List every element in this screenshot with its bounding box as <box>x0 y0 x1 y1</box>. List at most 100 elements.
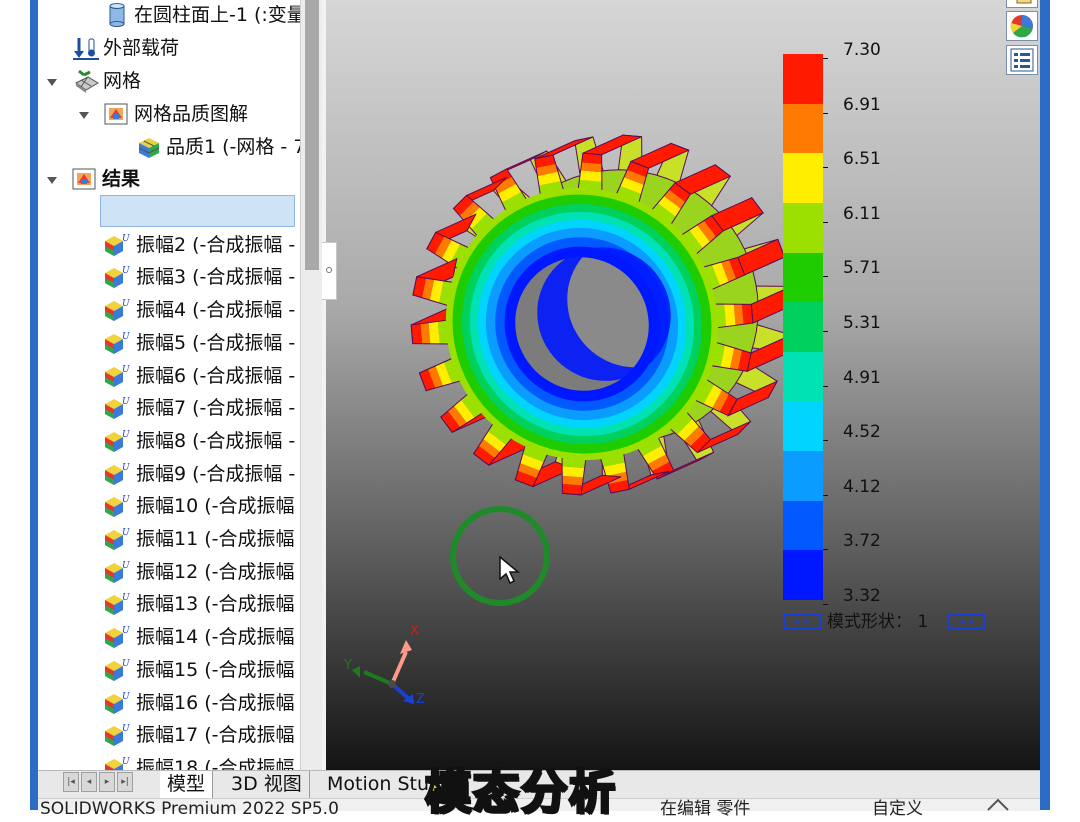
legend-value: 6.91 <box>843 94 881 115</box>
result-item[interactable]: U 振幅16 (-合成振幅 <box>102 688 300 718</box>
tree-item-mesh[interactable]: 网格 <box>72 66 292 96</box>
result-item[interactable]: U 振幅6 (-合成振幅 - <box>102 361 300 391</box>
legend-tick <box>823 58 828 59</box>
mode-shape-plot-icon: U <box>105 430 130 452</box>
legend-value: 5.31 <box>843 313 881 333</box>
mode-shape-plot-icon: U <box>105 757 130 770</box>
collapse-arrow-icon[interactable] <box>47 177 57 184</box>
legend-value: 3.72 <box>843 531 881 552</box>
tree-item-label: 在圆柱面上-1 (:变量 <box>134 4 300 26</box>
result-item[interactable]: U 振幅11 (-合成振幅 <box>102 524 300 554</box>
mode-shape-plot-icon: U <box>105 234 130 256</box>
result-item[interactable]: U 振幅12 (-合成振幅 <box>102 557 300 587</box>
result-item[interactable]: U 振幅17 (-合成振幅 <box>102 720 300 750</box>
cylinder-fixture-icon <box>109 3 125 27</box>
result-item-label: 振幅13 (-合成振幅 <box>136 593 295 616</box>
screen-border-left <box>0 0 30 810</box>
splitter-handle[interactable] <box>322 242 337 300</box>
legend-value: 3.32 <box>843 586 881 606</box>
result-item[interactable]: U 振幅13 (-合成振幅 <box>102 589 300 619</box>
tab-last-button[interactable]: ▸| <box>117 772 133 792</box>
status-edit-mode: 在编辑 零件 <box>660 799 751 819</box>
mode-shape-plot-icon: U <box>105 365 130 387</box>
result-item[interactable]: U 振幅5 (-合成振幅 - <box>102 328 300 358</box>
mode-shape-plot-icon: U <box>105 626 130 649</box>
result-item[interactable]: U 振幅4 (-合成振幅 - <box>102 295 300 325</box>
svg-text:U: U <box>122 561 130 571</box>
tree-item-fixture[interactable]: 在圆柱面上-1 (:变量 <box>108 0 300 30</box>
result-item[interactable]: U 振幅9 (-合成振幅 - <box>102 459 300 489</box>
legend-tick <box>823 494 828 496</box>
result-item-label: 振幅14 (-合成振幅 <box>136 626 295 649</box>
result-item-label: 振幅8 (-合成振幅 - <box>136 429 296 452</box>
result-item[interactable]: U 振幅15 (-合成振幅 <box>102 655 300 685</box>
result-item[interactable]: U 振幅3 (-合成振幅 - <box>102 262 300 292</box>
tree-item-results[interactable]: 结果 <box>72 164 292 194</box>
status-units[interactable]: 自定义 <box>872 798 923 820</box>
tab-motion-study[interactable]: Motion Stu <box>320 771 438 798</box>
svg-text:U: U <box>122 266 130 276</box>
list-icon <box>1010 48 1034 72</box>
mesh-icon <box>75 69 99 93</box>
result-item-label: 振幅4 (-合成振幅 - <box>136 299 296 322</box>
legend-value: 4.12 <box>843 476 881 497</box>
result-item-label: 振幅2 (-合成振幅 - <box>136 233 296 256</box>
result-item[interactable]: U 振幅2 (-合成振幅 - <box>102 230 300 260</box>
appearance-icon <box>1010 15 1033 38</box>
tab-3d-view[interactable]: 3D 视图 <box>224 771 310 798</box>
tab-prev-button[interactable]: ◂ <box>81 772 97 792</box>
mode-shape-plot-icon: U <box>105 495 130 518</box>
tree-item-mesh-quality-plot[interactable]: 品质1 (-网格 - 7 <box>136 132 300 162</box>
graphics-viewport[interactable]: X Y Z <box>326 0 1040 770</box>
property-list-button[interactable] <box>1006 45 1038 75</box>
result-item[interactable]: U 振幅18 (-合成振幅 <box>102 753 300 770</box>
display-pane-toggle[interactable] <box>1006 0 1038 8</box>
tab-model[interactable]: 模型 <box>160 771 214 798</box>
mode-next-button[interactable]: >> <box>947 614 985 630</box>
collapse-arrow-icon[interactable] <box>79 112 89 119</box>
legend-tick <box>823 549 828 551</box>
tree-item-label: 外部载荷 <box>103 37 180 59</box>
legend-band <box>783 401 823 452</box>
legend-band <box>783 252 823 303</box>
mouse-cursor-icon <box>499 555 521 585</box>
svg-text:U: U <box>122 234 130 244</box>
mode-shape-plot-icon: U <box>105 561 130 583</box>
result-item[interactable]: U 振幅7 (-合成振幅 - <box>102 393 300 423</box>
axis-triad <box>352 640 414 704</box>
legend-tick <box>823 112 828 114</box>
tree-scrollbar-thumb[interactable] <box>305 0 319 270</box>
tree-item-mesh-quality[interactable]: 网格品质图解 <box>104 99 300 129</box>
tab-first-button[interactable]: |◂ <box>63 772 79 792</box>
legend-tick <box>823 440 828 442</box>
appearance-button[interactable] <box>1006 11 1038 41</box>
result-item[interactable]: U 振幅8 (-合成振幅 - <box>102 426 300 456</box>
mesh-quality-plot-icon <box>138 138 160 158</box>
video-caption: 模态分析 <box>424 764 617 821</box>
result-item-label: 振幅15 (-合成振幅 <box>136 658 295 681</box>
result-item[interactable]: U 振幅14 (-合成振幅 <box>102 622 300 652</box>
result-item[interactable]: U 振幅10 (-合成振幅 <box>102 491 300 521</box>
svg-text:U: U <box>122 659 130 669</box>
gear-tooth-band <box>579 170 603 182</box>
result-item-label: 振幅18 (-合成振幅 <box>136 756 295 770</box>
result-item-label: 振幅10 (-合成振幅 <box>136 495 295 518</box>
result-item-label: 振幅7 (-合成振幅 - <box>136 397 296 420</box>
svg-text:U: U <box>122 692 130 702</box>
svg-text:U: U <box>122 397 130 407</box>
collapse-arrow-icon[interactable] <box>47 79 57 86</box>
tree-scrollbar[interactable] <box>300 0 323 770</box>
results-folder-icon <box>72 168 96 190</box>
svg-text:U: U <box>122 593 130 603</box>
mesh-quality-folder-icon <box>104 103 128 125</box>
mode-shape-plot-icon: U <box>105 692 130 714</box>
gear-tooth-band <box>561 466 585 478</box>
tree-item-label: 网格品质图解 <box>134 103 249 125</box>
mode-prev-button[interactable]: << <box>783 614 821 630</box>
selected-highlight <box>100 195 295 227</box>
tab-next-button[interactable]: ▸ <box>99 772 115 792</box>
legend-value: 4.52 <box>843 422 881 443</box>
tree-item-external-loads[interactable]: 外部载荷 <box>72 33 292 63</box>
legend-tick <box>823 167 828 169</box>
legend-value: 6.51 <box>843 149 881 170</box>
